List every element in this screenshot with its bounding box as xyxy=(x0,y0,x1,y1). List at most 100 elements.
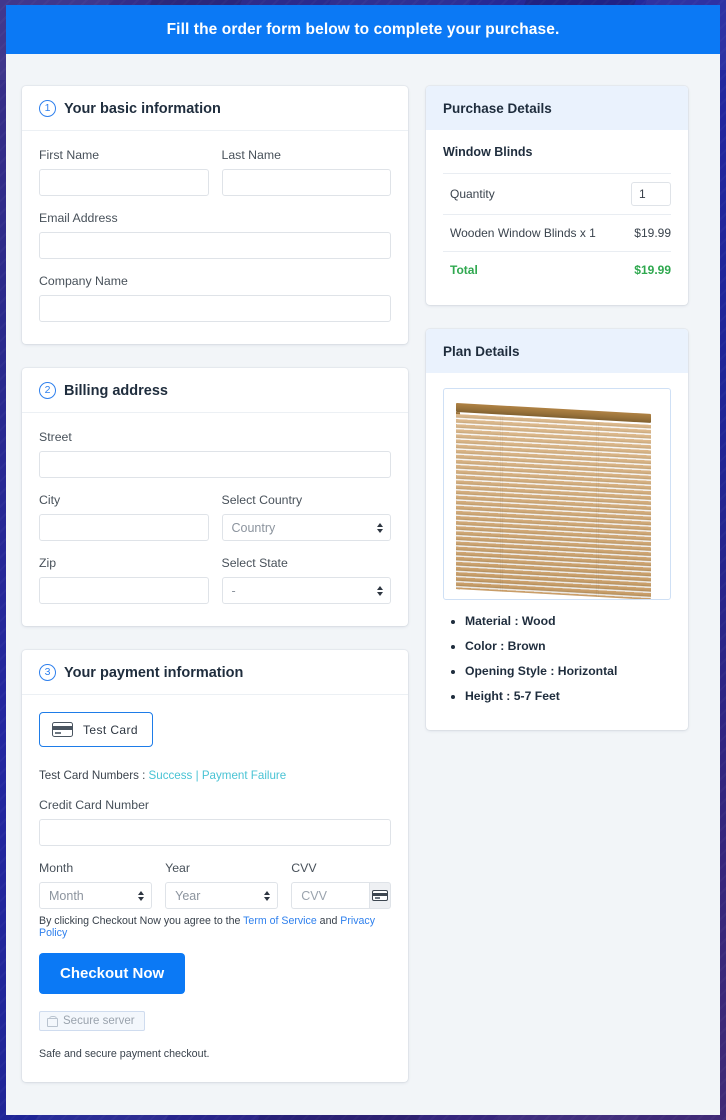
credit-card-number-input[interactable] xyxy=(39,819,391,846)
credit-card-number-group: Credit Card Number xyxy=(39,798,391,846)
email-label: Email Address xyxy=(39,211,118,225)
lock-icon xyxy=(47,1015,58,1027)
quantity-label: Quantity xyxy=(450,187,495,201)
country-group: Select Country Country xyxy=(221,493,391,541)
secure-server-badge: Secure server xyxy=(39,1011,145,1031)
company-group: Company Name xyxy=(39,274,391,322)
product-name: Window Blinds xyxy=(443,145,533,159)
cvv-input[interactable] xyxy=(291,882,370,909)
plan-spec-item: Opening Style : Horizontal xyxy=(465,664,671,680)
month-select[interactable]: Month xyxy=(39,882,153,909)
form-column: 1 Your basic information First Name Last… xyxy=(22,86,408,1106)
terms-middle: and xyxy=(316,915,341,927)
test-card-failure-link[interactable]: Payment Failure xyxy=(202,769,286,782)
plan-spec-item: Material : Wood xyxy=(465,614,671,630)
state-select[interactable]: - xyxy=(221,577,391,604)
line-item-label: Wooden Window Blinds x 1 xyxy=(450,226,596,240)
test-card-numbers-prefix: Test Card Numbers : xyxy=(39,769,149,782)
company-label: Company Name xyxy=(39,274,128,288)
month-group: Month Month xyxy=(39,861,153,909)
last-name-label: Last Name xyxy=(221,148,281,162)
quantity-row: Quantity xyxy=(443,173,671,214)
payment-information-card: 3 Your payment information Test Card Tes… xyxy=(22,650,408,1082)
billing-address-body: Street City Select Country Country Zip S… xyxy=(22,413,408,626)
plan-spec-item: Color : Brown xyxy=(465,639,671,655)
cvv-card-icon-button[interactable] xyxy=(369,882,391,909)
city-input[interactable] xyxy=(39,514,209,541)
basic-information-title: Your basic information xyxy=(64,100,221,117)
terms-of-service-link[interactable]: Term of Service xyxy=(243,915,317,927)
email-input[interactable] xyxy=(39,232,391,259)
zip-input[interactable] xyxy=(39,577,209,604)
test-card-success-link[interactable]: Success xyxy=(149,769,193,782)
expiry-cvv-row: Month Month Year Year CVV CVV xyxy=(39,861,391,909)
first-name-input[interactable] xyxy=(39,169,209,196)
credit-card-number-label: Credit Card Number xyxy=(39,798,150,812)
payment-information-header: 3 Your payment information xyxy=(22,650,408,695)
year-label: Year xyxy=(165,861,190,875)
purchase-details-title: Purchase Details xyxy=(426,86,688,130)
banner-text: Fill the order form below to complete yo… xyxy=(166,20,560,38)
cvv-group: CVV xyxy=(291,861,391,909)
total-row: Total $19.99 xyxy=(443,251,671,288)
billing-address-title: Billing address xyxy=(64,382,168,399)
safe-checkout-note: Safe and secure payment checkout. xyxy=(39,1048,210,1060)
zip-state-row: Zip Select State - xyxy=(39,556,391,604)
quantity-input[interactable] xyxy=(631,182,671,206)
window-blinds-image xyxy=(456,403,651,599)
page-banner: Fill the order form below to complete yo… xyxy=(6,5,720,54)
country-select[interactable]: Country xyxy=(221,514,391,541)
blinds-slats xyxy=(456,414,651,599)
purchase-details-card: Purchase Details Window Blinds Quantity … xyxy=(426,86,688,305)
state-group: Select State - xyxy=(221,556,391,604)
name-row: First Name Last Name xyxy=(39,148,391,211)
checkout-now-button[interactable]: Checkout Now xyxy=(39,953,186,994)
basic-information-card: 1 Your basic information First Name Last… xyxy=(22,86,408,344)
country-label: Select Country xyxy=(221,493,303,507)
secure-server-label: Secure server xyxy=(63,1015,135,1027)
country-select-wrapper: Country xyxy=(221,514,391,541)
city-country-row: City Select Country Country xyxy=(39,493,391,556)
first-name-label: First Name xyxy=(39,148,100,162)
month-select-wrapper: Month xyxy=(39,882,153,909)
plan-details-card: Plan Details Material : Wood Color : Bro… xyxy=(426,329,688,731)
street-group: Street xyxy=(39,430,391,478)
terms-prefix: By clicking Checkout Now you agree to th… xyxy=(39,915,244,927)
year-group: Year Year xyxy=(165,861,279,909)
cvv-label: CVV xyxy=(291,861,317,875)
plan-spec-list: Material : Wood Color : Brown Opening St… xyxy=(443,614,671,704)
state-label: Select State xyxy=(221,556,288,570)
basic-information-body: First Name Last Name Email Address Compa… xyxy=(22,131,408,344)
year-select[interactable]: Year xyxy=(165,882,279,909)
zip-group: Zip xyxy=(39,556,209,604)
step-1-badge: 1 xyxy=(39,100,56,117)
city-label: City xyxy=(39,493,61,507)
street-label: Street xyxy=(39,430,72,444)
credit-card-icon xyxy=(372,890,389,901)
step-2-badge: 2 xyxy=(39,382,56,399)
plan-details-body: Material : Wood Color : Brown Opening St… xyxy=(426,373,688,730)
terms-disclaimer: By clicking Checkout Now you agree to th… xyxy=(39,915,391,939)
zip-label: Zip xyxy=(39,556,57,570)
month-label: Month xyxy=(39,861,74,875)
email-group: Email Address xyxy=(39,211,391,259)
last-name-input[interactable] xyxy=(221,169,391,196)
total-amount: $19.99 xyxy=(634,263,671,277)
plan-details-title: Plan Details xyxy=(426,329,688,373)
city-group: City xyxy=(39,493,209,541)
street-input[interactable] xyxy=(39,451,391,478)
last-name-group: Last Name xyxy=(221,148,391,196)
test-card-method-button[interactable]: Test Card xyxy=(39,712,153,747)
test-card-method-label: Test Card xyxy=(83,722,138,737)
billing-address-header: 2 Billing address xyxy=(22,368,408,413)
summary-column: Purchase Details Window Blinds Quantity … xyxy=(426,86,688,754)
year-select-wrapper: Year xyxy=(165,882,279,909)
first-name-group: First Name xyxy=(39,148,209,196)
company-input[interactable] xyxy=(39,295,391,322)
plan-spec-item: Height : 5-7 Feet xyxy=(465,689,671,705)
line-item-row: Wooden Window Blinds x 1 $19.99 xyxy=(443,214,671,251)
product-image-frame xyxy=(443,388,671,600)
test-card-separator: | xyxy=(192,769,202,782)
basic-information-header: 1 Your basic information xyxy=(22,86,408,131)
payment-information-body: Test Card Test Card Numbers : Success | … xyxy=(22,695,408,1082)
